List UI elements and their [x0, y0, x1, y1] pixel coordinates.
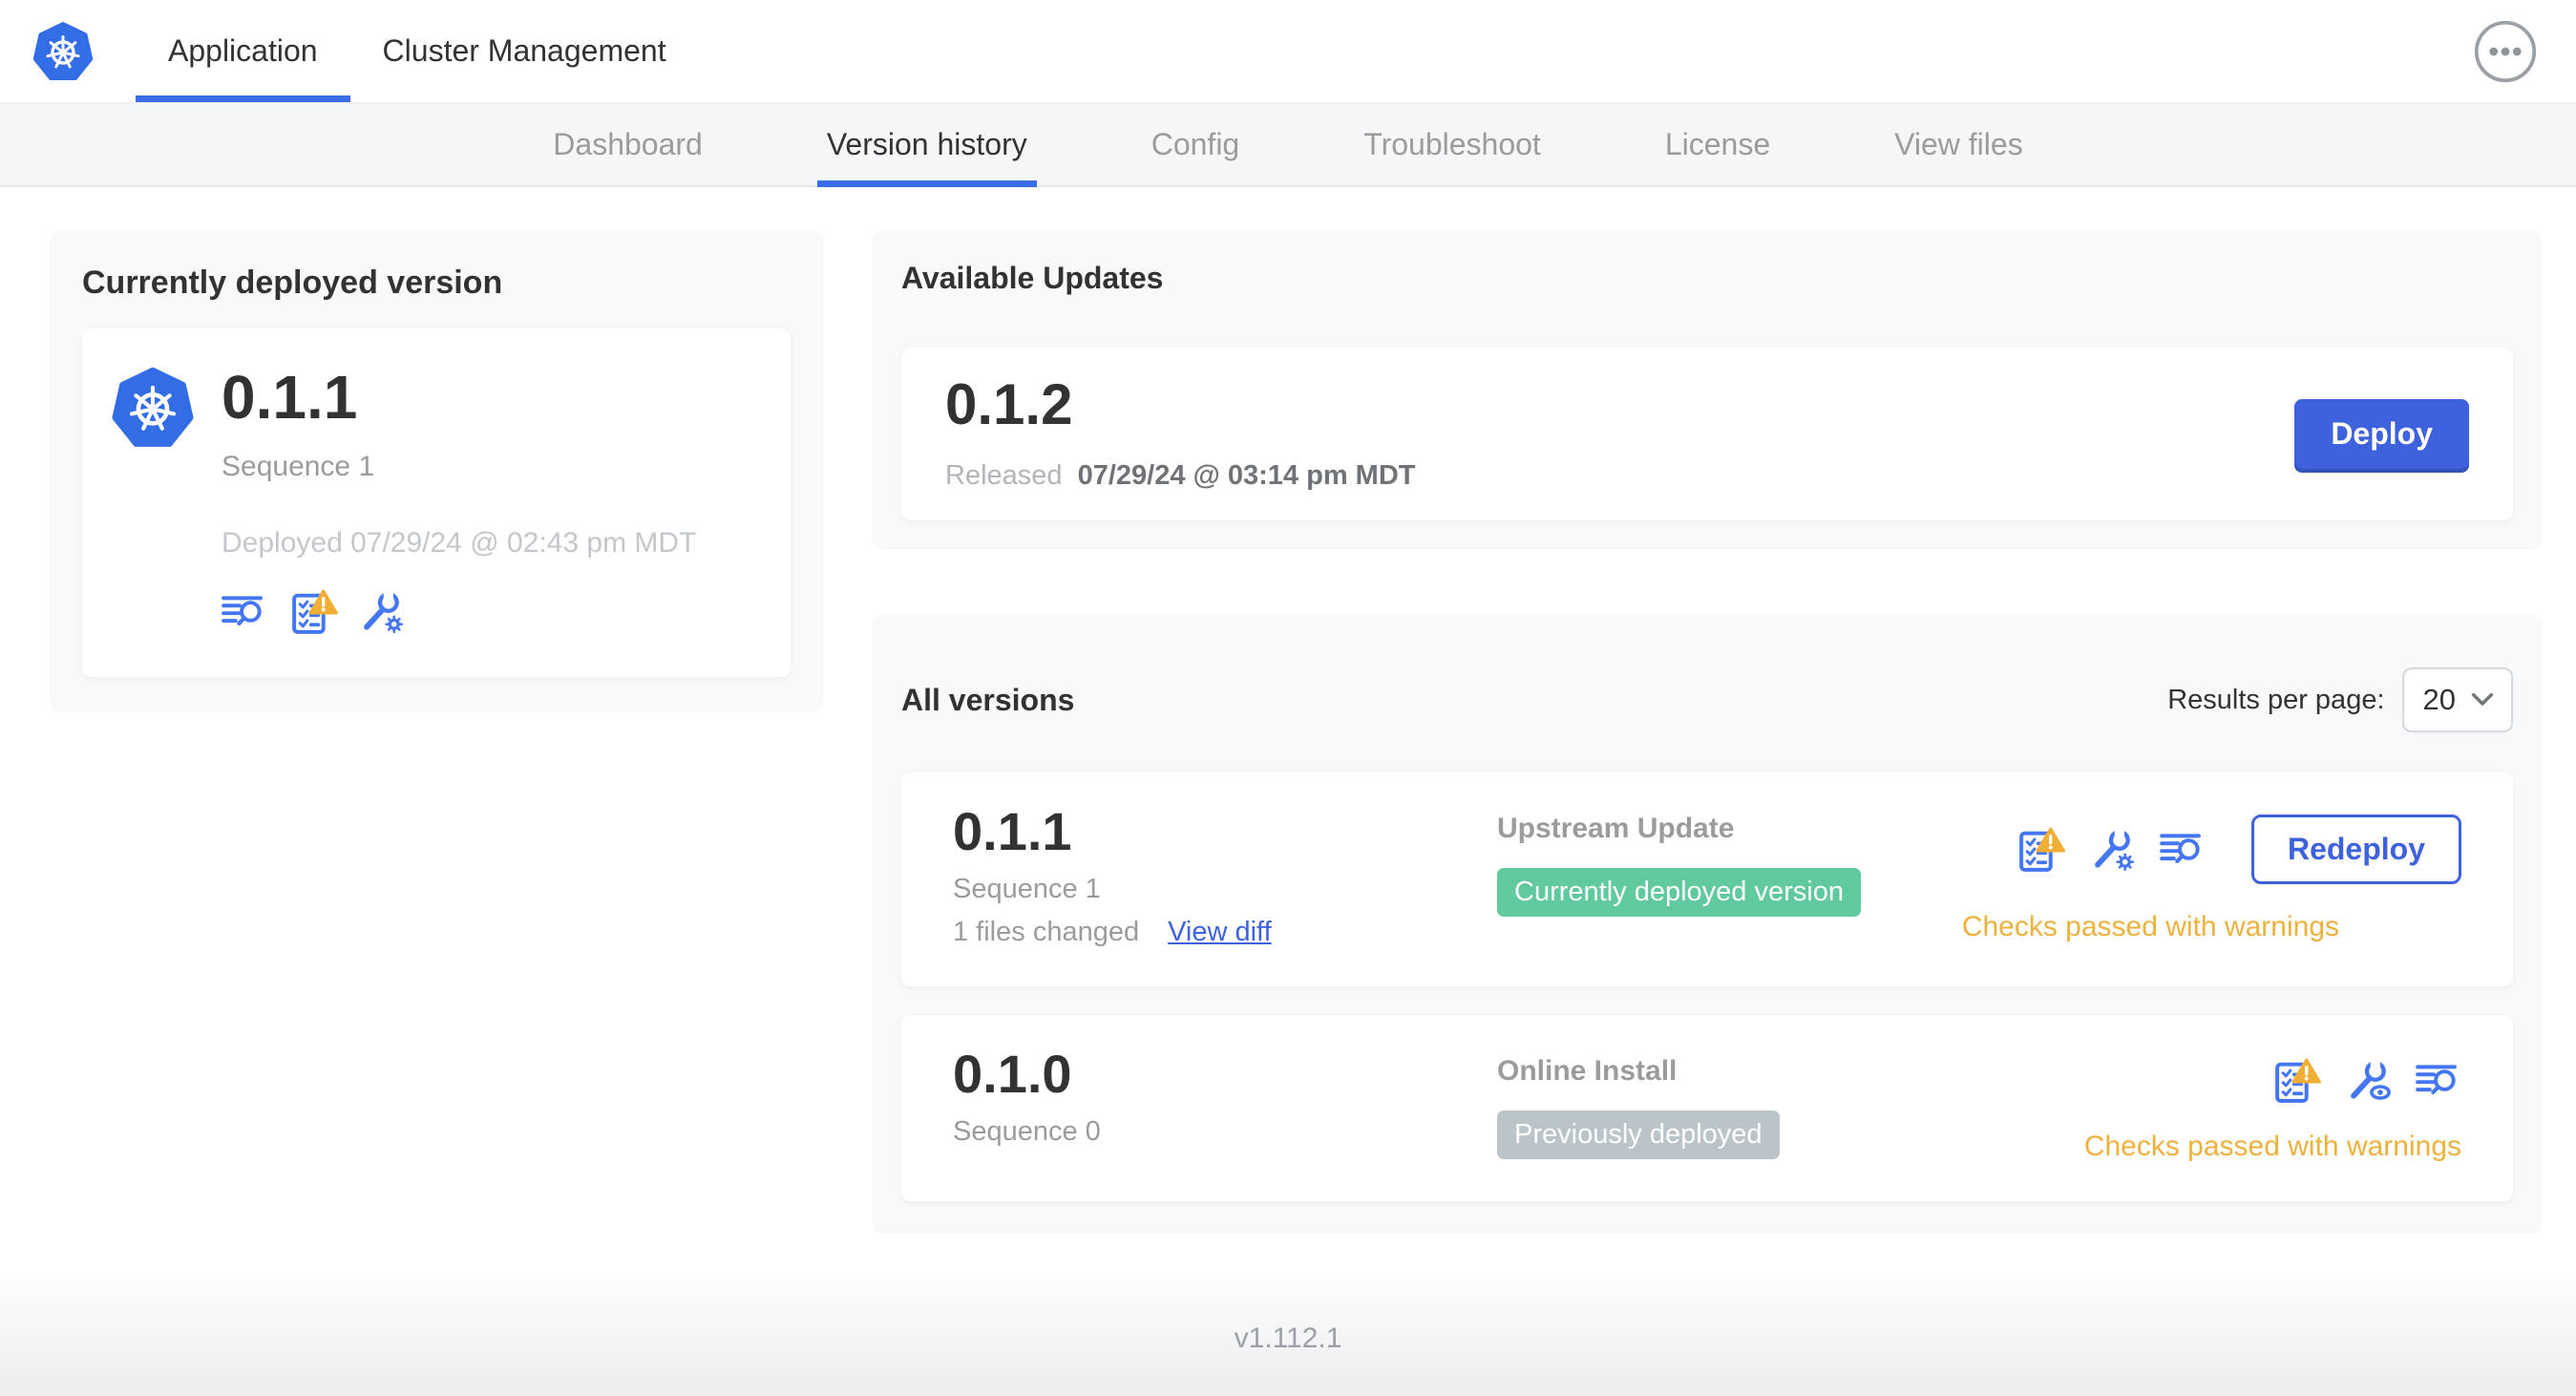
- row-version-number: 0.1.0: [953, 1044, 1072, 1104]
- page-footer: v1.112.1: [0, 1281, 2576, 1396]
- view-diff-icon[interactable]: [222, 594, 267, 629]
- row-version-info: 0.1.1 Sequence 1 1 files changed View di…: [953, 805, 1497, 948]
- tab-cluster-management[interactable]: Cluster Management: [350, 0, 699, 102]
- files-changed-text: 1 files changed: [953, 917, 1140, 947]
- version-row-0.1.1: 0.1.1 Sequence 1 1 files changed View di…: [901, 772, 2513, 986]
- overflow-menu-button[interactable]: [2473, 19, 2538, 84]
- row-action-icons: [2271, 1057, 2461, 1104]
- subnav-license[interactable]: License: [1659, 103, 1776, 185]
- row-version-sequence: Sequence 1: [953, 874, 1101, 904]
- row-source-label: Online Install: [1497, 1055, 1678, 1087]
- subnav-dashboard[interactable]: Dashboard: [547, 103, 708, 185]
- currently-deployed-version-card: 0.1.1 Sequence 1 Deployed 07/29/24 @ 02:…: [82, 328, 791, 677]
- header-spacer: [699, 0, 2473, 102]
- row-source-label: Upstream Update: [1497, 813, 1735, 844]
- subnav-dashboard-label: Dashboard: [553, 126, 703, 161]
- available-updates-title: Available Updates: [901, 261, 1164, 295]
- right-column: Available Updates 0.1.2 Released 07/29/2…: [873, 230, 2542, 1234]
- current-version-sequence: Sequence 1: [222, 451, 375, 482]
- row-actions-area: Redeploy Checks passed with warnings: [1962, 805, 2461, 948]
- all-versions-card: All versions Results per page: 20 0.1.1: [873, 614, 2542, 1234]
- available-update-released: Released 07/29/24 @ 03:14 pm MDT: [945, 460, 1415, 492]
- currently-deployed-badge: Currently deployed version: [1497, 868, 1861, 917]
- results-per-page-select[interactable]: 20: [2401, 667, 2513, 732]
- subnav-license-label: License: [1664, 126, 1771, 161]
- version-rows: 0.1.1 Sequence 1 1 files changed View di…: [901, 772, 2513, 1201]
- subnav-version-history-label: Version history: [826, 126, 1027, 161]
- all-versions-header: All versions Results per page: 20: [901, 645, 2513, 732]
- chevron-down-icon: [2471, 692, 2494, 708]
- results-per-page-value: 20: [2422, 683, 2456, 716]
- tab-application-label: Application: [168, 33, 318, 68]
- tab-cluster-management-label: Cluster Management: [382, 33, 666, 68]
- subnav-config-label: Config: [1151, 126, 1240, 161]
- kubernetes-logo-icon: [32, 20, 94, 83]
- view-diff-link[interactable]: View diff: [1168, 917, 1272, 948]
- kubernetes-version-icon: [111, 365, 195, 635]
- available-update-version: 0.1.2: [945, 372, 1073, 436]
- deploy-button[interactable]: Deploy: [2294, 399, 2469, 469]
- subnav-view-files[interactable]: View files: [1889, 103, 2029, 185]
- current-version-actions: [222, 588, 696, 635]
- available-updates-card: Available Updates 0.1.2 Released 07/29/2…: [873, 230, 2542, 549]
- row-action-icons: Redeploy: [2016, 814, 2461, 884]
- row-source-info: Upstream Update Currently deployed versi…: [1497, 805, 1962, 948]
- subnav-troubleshoot-label: Troubleshoot: [1363, 126, 1541, 161]
- preflight-checks-warning-icon[interactable]: [2016, 826, 2065, 873]
- current-version-info: 0.1.1 Sequence 1 Deployed 07/29/24 @ 02:…: [222, 365, 696, 635]
- ellipsis-icon: [2473, 19, 2538, 84]
- row-source-info: Online Install Previously deployed: [1497, 1047, 2084, 1163]
- top-header: Application Cluster Management: [0, 0, 2576, 103]
- left-column: Currently deployed version 0.1.1 Sequenc…: [50, 230, 823, 711]
- preflight-checks-warning-icon[interactable]: [2271, 1057, 2321, 1104]
- available-update-item: 0.1.2 Released 07/29/24 @ 03:14 pm MDT D…: [901, 348, 2513, 520]
- subnav-view-files-label: View files: [1894, 126, 2023, 161]
- row-version-sequence: Sequence 0: [953, 1116, 1101, 1147]
- current-version-deployed-date: Deployed 07/29/24 @ 02:43 pm MDT: [222, 527, 697, 559]
- view-diff-icon[interactable]: [2416, 1063, 2461, 1098]
- edit-config-wrench-gear-icon[interactable]: [359, 589, 404, 634]
- view-diff-icon[interactable]: [2160, 832, 2206, 867]
- available-update-info: 0.1.2 Released 07/29/24 @ 03:14 pm MDT: [945, 376, 1415, 492]
- currently-deployed-title: Currently deployed version: [82, 264, 503, 301]
- all-versions-title: All versions: [901, 682, 1075, 717]
- released-date: 07/29/24 @ 03:14 pm MDT: [1077, 460, 1416, 491]
- edit-config-wrench-gear-icon[interactable]: [2090, 827, 2135, 872]
- app-logo[interactable]: [32, 0, 94, 102]
- version-row-0.1.0: 0.1.0 Sequence 0 Online Install Previous…: [901, 1015, 2513, 1201]
- view-config-wrench-eye-icon[interactable]: [2346, 1058, 2391, 1103]
- redeploy-button[interactable]: Redeploy: [2250, 814, 2461, 884]
- main-content: Currently deployed version 0.1.1 Sequenc…: [0, 187, 2576, 1234]
- row-version-number: 0.1.1: [953, 801, 1072, 861]
- tab-application[interactable]: Application: [136, 0, 350, 102]
- results-per-page-label: Results per page:: [2167, 684, 2385, 715]
- released-label: Released: [945, 460, 1063, 491]
- row-actions-area: Checks passed with warnings: [2084, 1047, 2461, 1163]
- previously-deployed-badge: Previously deployed: [1497, 1110, 1780, 1159]
- header-tabs: Application Cluster Management: [136, 0, 699, 102]
- subnav-troubleshoot[interactable]: Troubleshoot: [1358, 103, 1547, 185]
- checks-status-text: Checks passed with warnings: [2083, 1131, 2461, 1162]
- currently-deployed-card: Currently deployed version 0.1.1 Sequenc…: [50, 230, 823, 711]
- preflight-checks-warning-icon[interactable]: [288, 588, 338, 635]
- results-per-page: Results per page: 20: [2167, 667, 2513, 732]
- subnav-version-history[interactable]: Version history: [816, 103, 1037, 187]
- subnav-config[interactable]: Config: [1146, 103, 1246, 185]
- console-version: v1.112.1: [1234, 1322, 1342, 1354]
- checks-status-text: Checks passed with warnings: [1961, 911, 2339, 942]
- row-version-info: 0.1.0 Sequence 0: [953, 1047, 1497, 1163]
- app-subnav: Dashboard Version history Config Trouble…: [0, 103, 2576, 187]
- row-files-line: 1 files changed View diff: [953, 917, 1497, 948]
- current-version-number: 0.1.1: [222, 363, 358, 432]
